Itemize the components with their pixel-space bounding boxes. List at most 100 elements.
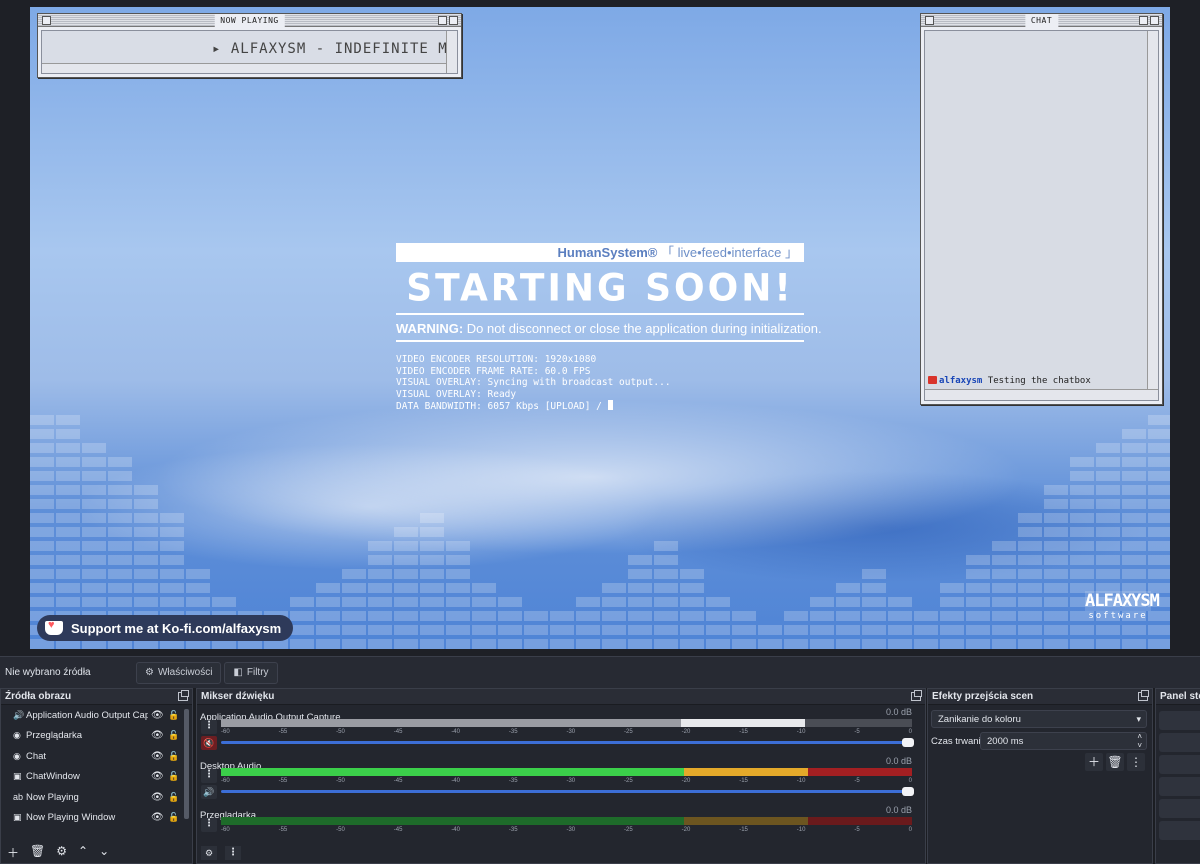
- speaker-icon[interactable]: 🔊: [201, 785, 217, 799]
- source-name: Chat: [26, 750, 47, 762]
- more-options-icon[interactable]: ⋮: [225, 846, 241, 860]
- eye-icon[interactable]: 👁: [151, 812, 164, 823]
- collapse-box-icon: [449, 16, 458, 25]
- channel-menu-icon[interactable]: ⋮: [201, 818, 217, 832]
- meter-tick: 0: [908, 827, 912, 833]
- channel-menu-icon[interactable]: ⋮: [201, 769, 217, 783]
- meter-tick: -30: [566, 827, 576, 833]
- eye-icon[interactable]: 👁: [151, 751, 164, 762]
- lock-icon[interactable]: 🔓: [168, 710, 179, 721]
- chevron-up-icon[interactable]: ⌃: [78, 844, 88, 861]
- sources-scrollbar[interactable]: [184, 709, 189, 819]
- controls-dock: Panel ster: [1155, 688, 1200, 864]
- meter-tick: -55: [278, 827, 288, 833]
- duration-value: 2000 ms: [987, 736, 1024, 747]
- volume-slider[interactable]: [221, 738, 914, 747]
- source-name: Now Playing Window: [26, 812, 116, 824]
- source-item[interactable]: ▣ Now Playing Window 👁 🔓: [1, 808, 192, 829]
- add-icon[interactable]: ＋: [7, 844, 19, 861]
- meter-tick: -15: [739, 729, 748, 735]
- lock-icon[interactable]: 🔓: [168, 812, 179, 823]
- filters-label: Filtry: [246, 667, 269, 678]
- transition-options-button[interactable]: ⋮: [1127, 753, 1145, 771]
- channel-menu-icon[interactable]: ⋮: [201, 720, 217, 734]
- equalizer-bar: [732, 611, 756, 649]
- equalizer-bar: [784, 611, 808, 649]
- settings-button[interactable]: [1159, 799, 1200, 818]
- advanced-audio-gear-icon[interactable]: ⚙: [201, 846, 217, 860]
- studio-mode-button[interactable]: [1159, 777, 1200, 796]
- eye-icon[interactable]: 👁: [151, 792, 164, 803]
- sources-list: 🔊 Application Audio Output Captu 👁 🔓 ◉ Przegl…: [1, 705, 192, 828]
- preview-area: NOW PLAYING ▸ ALFAXYSM - INDEFINITE M CH…: [0, 0, 1200, 656]
- filters-button[interactable]: ◧ Filtry: [224, 661, 278, 684]
- undock-icon[interactable]: [1138, 690, 1149, 701]
- channel-db: 0.0 dB: [885, 756, 912, 766]
- remove-transition-button[interactable]: 🗑: [1106, 753, 1124, 771]
- meter-scale: -60 -55 -50 -45 -40 -35 -30 -25 -20 -15 -10 -5 0: [221, 827, 912, 835]
- meter-tick: -15: [739, 778, 748, 784]
- transition-select[interactable]: Zanikanie do koloru: [931, 710, 1147, 728]
- source-item[interactable]: ab Now Playing 👁 🔓: [1, 787, 192, 808]
- kofi-banner: Support me at Ko-fi.com/alfaxysm: [37, 615, 294, 641]
- chat-titlebar: CHAT: [921, 14, 1162, 27]
- lock-icon[interactable]: 🔓: [168, 771, 179, 782]
- source-item[interactable]: ▣ ChatWindow 👁 🔓: [1, 767, 192, 788]
- meter-scale: -60 -55 -50 -45 -40 -35 -30 -25 -20 -15 -10 -5 0: [221, 729, 912, 737]
- equalizer-bar: [446, 541, 470, 649]
- start-recording-button[interactable]: [1159, 733, 1200, 752]
- lock-icon[interactable]: 🔓: [168, 730, 179, 741]
- meter-tick: -50: [336, 778, 345, 784]
- mixer-title: Mikser dźwięku: [201, 691, 275, 702]
- exit-button[interactable]: [1159, 821, 1200, 840]
- chevron-down-icon[interactable]: ⌄: [99, 844, 109, 861]
- volume-slider[interactable]: [221, 787, 914, 796]
- meter-tick: -35: [508, 778, 518, 784]
- trash-icon[interactable]: 🗑: [30, 844, 45, 861]
- stream-canvas[interactable]: NOW PLAYING ▸ ALFAXYSM - INDEFINITE M CH…: [30, 7, 1170, 649]
- lock-icon[interactable]: 🔓: [168, 751, 179, 762]
- equalizer-bar: [394, 527, 418, 649]
- stepper-icon[interactable]: ˄ ˅: [1137, 732, 1142, 750]
- eye-icon[interactable]: 👁: [151, 771, 164, 782]
- properties-button[interactable]: ⚙ Właściwości: [136, 661, 222, 684]
- duration-input[interactable]: 2000 ms ˄ ˅: [980, 732, 1147, 750]
- equalizer-bar: [914, 611, 938, 649]
- starting-overlay: HumanSystem® 「 live•feed•interface 」 STA…: [396, 243, 822, 413]
- source-item[interactable]: 🔊 Application Audio Output Captu 👁 🔓: [1, 705, 192, 726]
- equalizer-bar: [888, 597, 912, 649]
- volume-meter: [221, 817, 912, 825]
- muted-speaker-icon[interactable]: 🔇: [201, 736, 217, 750]
- meter-tick: -50: [336, 729, 345, 735]
- equalizer-bar: [316, 583, 340, 649]
- source-item[interactable]: ◉ Przeglądarka 👁 🔓: [1, 726, 192, 747]
- virtual-camera-button[interactable]: [1159, 755, 1200, 774]
- chat-text: Testing the chatbox: [987, 376, 1091, 386]
- channel-db: 0.0 dB: [885, 707, 912, 717]
- sources-toolbar: ＋ 🗑 ⚙ ⌃ ⌄: [7, 844, 109, 861]
- meter-tick: -25: [624, 729, 633, 735]
- chat-title: CHAT: [1024, 14, 1059, 27]
- now-playing-body: ▸ ALFAXYSM - INDEFINITE M: [41, 30, 458, 74]
- equalizer-bar: [1148, 415, 1170, 649]
- start-streaming-button[interactable]: [1159, 711, 1200, 730]
- undock-icon[interactable]: [911, 690, 922, 701]
- add-transition-button[interactable]: ＋: [1085, 753, 1103, 771]
- gear-icon[interactable]: ⚙: [56, 844, 67, 861]
- source-item[interactable]: ◉ Chat 👁 🔓: [1, 746, 192, 767]
- chat-message: alfaxysm Testing the chatbox: [928, 376, 1091, 386]
- equalizer-bar: [30, 415, 54, 649]
- warning-text: WARNING: Do not disconnect or close the …: [396, 321, 822, 336]
- sources-dock: Źródła obrazu 🔊 Application Audio Output …: [0, 688, 193, 864]
- eye-icon[interactable]: 👁: [151, 710, 164, 721]
- meter-tick: -40: [451, 827, 460, 833]
- eye-icon[interactable]: 👁: [151, 730, 164, 741]
- meter-tick: 0: [908, 729, 912, 735]
- alfaxysm-logo: ALFAXYSM software: [1085, 591, 1160, 621]
- equalizer-bar: [368, 541, 392, 649]
- meter-tick: -25: [624, 778, 633, 784]
- undock-icon[interactable]: [178, 690, 189, 701]
- warning-message: Do not disconnect or close the applicati…: [466, 321, 822, 336]
- meter-tick: -5: [854, 827, 860, 833]
- lock-icon[interactable]: 🔓: [168, 792, 179, 803]
